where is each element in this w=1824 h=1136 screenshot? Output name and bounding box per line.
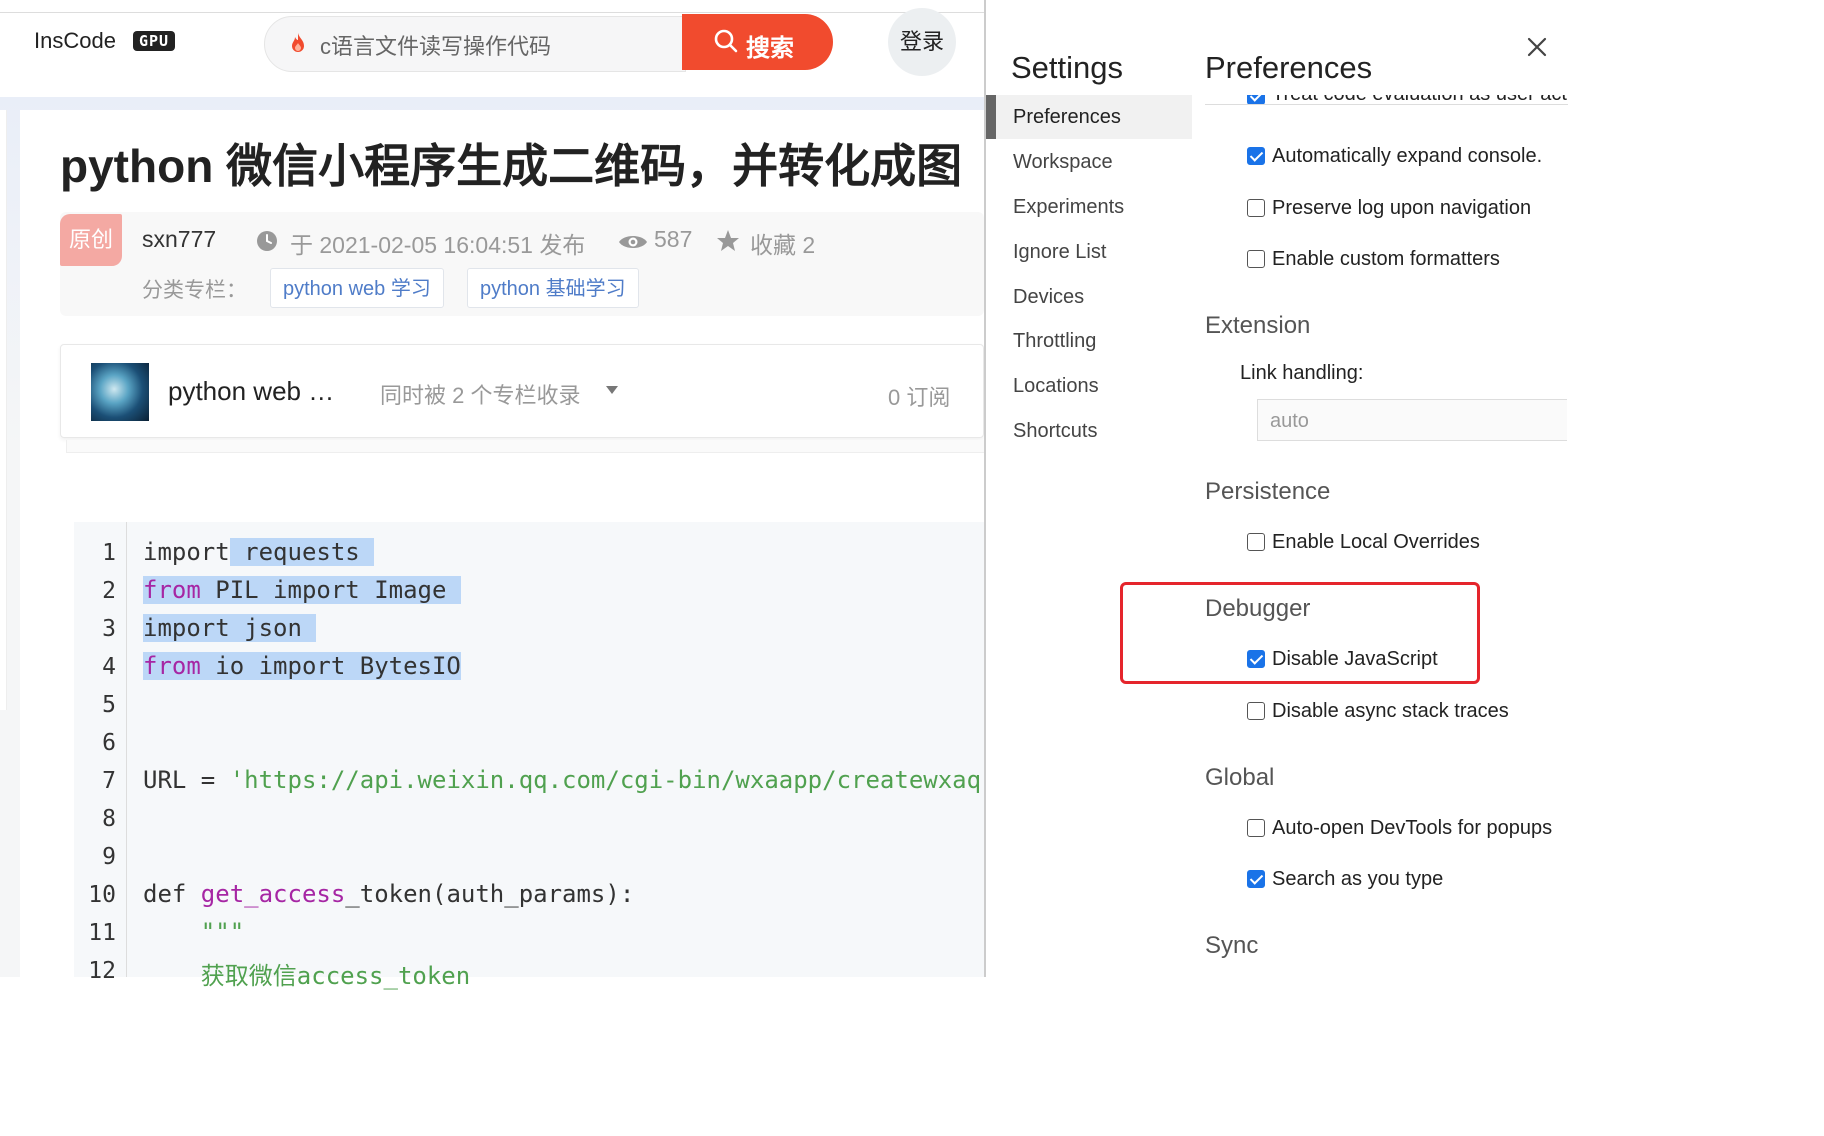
publish-date: 于 2021-02-05 16:04:51 发布 [290,232,586,258]
line-number: 10 [88,882,116,908]
code-keyword: import [143,614,230,642]
category-tag-web[interactable]: python web 学习 [270,268,444,308]
disable-javascript-checkbox[interactable] [1247,650,1265,668]
search-button[interactable]: 搜索 [682,14,833,70]
flame-icon [292,33,304,52]
column-avatar[interactable] [91,363,149,421]
settings-nav-shortcuts[interactable]: Shortcuts [1013,420,1097,443]
expand-console-checkbox[interactable] [1247,147,1265,165]
link-handling-select[interactable]: auto [1257,399,1567,441]
auto-open-devtools-label[interactable]: Auto-open DevTools for popups [1272,817,1553,840]
code-line: def get_access_token(auth_params): [143,880,634,908]
search-query-text: c语言文件读写操作代码 [320,34,552,59]
code-function-name: get_access [200,880,346,908]
settings-nav-ignore-list[interactable]: Ignore List [1013,241,1106,264]
code-string: 'https://api.weixin.qq.com/cgi-bin/wxaap… [229,766,984,794]
logo-gpu-badge: GPU [133,31,176,51]
line-number: 6 [102,730,116,756]
section-debugger: Debugger [1205,595,1311,622]
code-text: PIL import Image [200,576,461,604]
author-link[interactable]: sxn777 [142,226,216,253]
expand-console-label[interactable]: Automatically expand console. [1272,145,1542,168]
custom-formatters-checkbox[interactable] [1247,250,1265,268]
close-icon[interactable] [1526,36,1548,58]
disable-async-checkbox[interactable] [1247,702,1265,720]
code-line: 获取微信access_token [143,962,471,990]
code-selected-text: requests [229,538,375,566]
view-count: 587 [654,226,693,252]
original-badge: 原创 [60,214,122,266]
code-line: from PIL import Image [143,576,461,604]
code-line: import json [143,614,317,642]
code-text: _token(auth_params): [345,880,635,908]
login-button[interactable]: 登录 [888,8,956,76]
line-number: 11 [88,920,116,946]
auto-open-devtools-checkbox[interactable] [1247,819,1265,837]
settings-nav-throttling[interactable]: Throttling [1013,330,1096,353]
code-text: json [229,614,317,642]
line-number: 4 [102,654,116,680]
category-tag-basics[interactable]: python 基础学习 [467,268,639,308]
line-number: 1 [102,540,116,566]
local-overrides-label[interactable]: Enable Local Overrides [1272,531,1480,554]
local-overrides-checkbox[interactable] [1247,533,1265,551]
left-rail [0,110,7,710]
column-name[interactable]: python web … [168,376,334,407]
section-global: Global [1205,764,1275,791]
clock-icon [257,231,277,251]
collect-button[interactable]: 收藏 2 [750,226,815,260]
column-also-included[interactable]: 同时被 2 个专栏收录 [380,378,580,410]
line-number: 9 [102,844,116,870]
section-extension: Extension [1205,312,1311,339]
star-icon[interactable] [715,228,741,254]
custom-formatters-label[interactable]: Enable custom formatters [1272,248,1500,271]
preserve-log-checkbox[interactable] [1247,199,1265,217]
nav-selected-indicator [986,95,996,139]
settings-nav-devices[interactable]: Devices [1013,286,1084,309]
eye-icon [619,236,647,248]
code-keyword: def [143,880,201,908]
category-label: 分类专栏： [142,279,247,302]
link-handling-label: Link handling: [1240,362,1364,384]
disable-javascript-label[interactable]: Disable JavaScript [1272,648,1438,671]
code-line: from io import BytesIO [143,652,461,680]
settings-nav-experiments[interactable]: Experiments [1013,196,1124,219]
disable-async-label[interactable]: Disable async stack traces [1272,700,1509,723]
line-number: 3 [102,616,116,642]
settings-title: Settings [1011,50,1124,85]
line-number: 12 [88,958,116,984]
settings-nav-locations[interactable]: Locations [1013,375,1099,398]
preserve-log-label[interactable]: Preserve log upon navigation [1272,197,1531,220]
search-as-you-type-label[interactable]: Search as you type [1272,868,1443,891]
search-button-label: 搜索 [746,35,794,62]
code-keyword: import [143,538,230,566]
preferences-divider [1205,104,1568,105]
code-line: """ [143,918,245,946]
line-number: 8 [102,806,116,832]
preferences-title: Preferences [1205,50,1373,85]
browser-top-edge [0,0,984,13]
settings-nav-preferences[interactable]: Preferences [1013,106,1121,129]
line-number: 2 [102,578,116,604]
caret-down-icon[interactable] [606,386,618,394]
code-line: import requests [143,538,375,566]
search-icon [714,29,738,53]
code-text: io import BytesIO [200,652,461,680]
code-text: URL = [143,766,230,794]
section-sync: Sync [1205,932,1259,959]
code-line: URL = 'https://api.weixin.qq.com/cgi-bin… [143,766,984,794]
code-keyword: from [143,576,201,604]
site-logo[interactable]: InsCode [34,28,116,54]
subscription-count[interactable]: 0 订阅 [888,380,950,412]
settings-nav-workspace[interactable]: Workspace [1013,151,1113,174]
code-keyword: from [143,652,201,680]
line-number: 7 [102,768,116,794]
article-title: python 微信小程序生成二维码，并转化成图 [60,140,963,192]
column-card-shadow [66,440,986,453]
line-number: 5 [102,692,116,718]
search-as-you-type-checkbox[interactable] [1247,870,1265,888]
section-persistence: Persistence [1205,478,1331,505]
